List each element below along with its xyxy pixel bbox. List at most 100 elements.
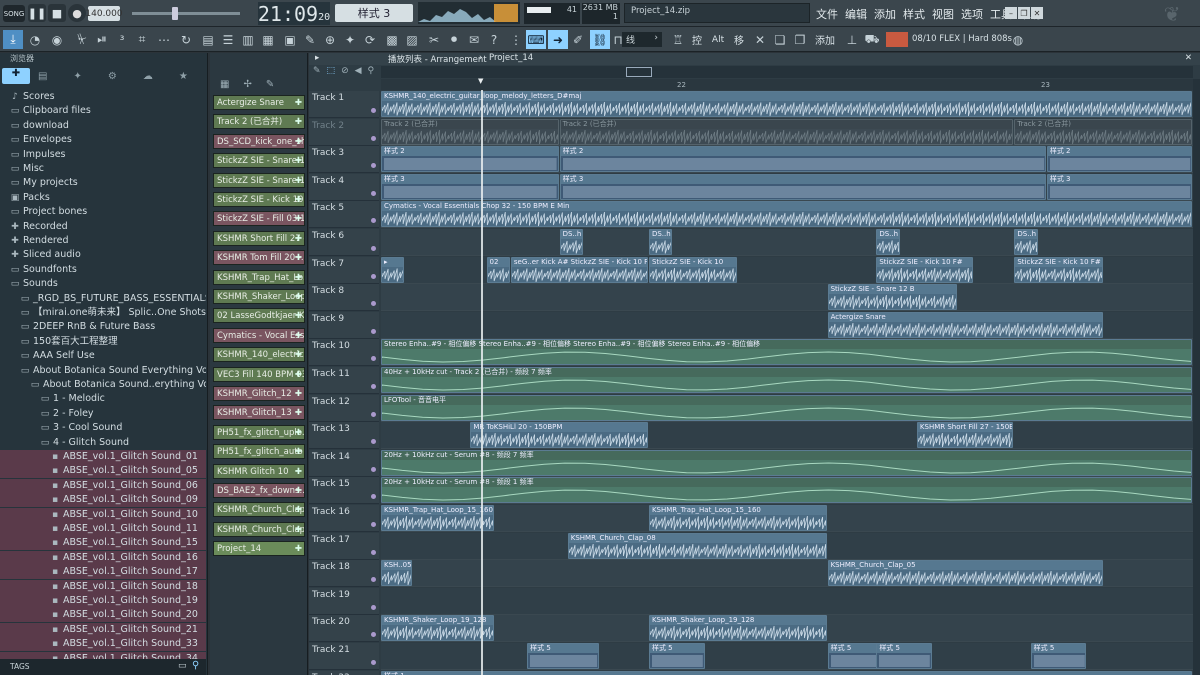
browser-item[interactable]: ▪ ABSE_vol.1_Glitch Sound_15 (0, 536, 206, 551)
restore-icon[interactable]: ❐ (1018, 7, 1030, 19)
channel-button[interactable]: PH51_fx_glitch_auto ✚ (213, 444, 305, 460)
metronome-icon[interactable]: ⏧ (72, 30, 92, 49)
browser-item[interactable]: ▪ ABSE_vol.1_Glitch Sound_16 (0, 550, 206, 565)
audio-clip[interactable]: StickzZ SIE - Snare 12 B (827, 284, 957, 311)
channel-button[interactable]: Cymatics - Vocal Ess.. ✚ (213, 327, 305, 343)
mixer-icon[interactable]: ☰ (218, 30, 238, 49)
track-header[interactable]: Track 20 (309, 615, 379, 643)
browser-item[interactable]: ▭ 1 - Melodic (0, 392, 206, 406)
audio-clip[interactable]: ▸ (381, 256, 405, 283)
browser-item[interactable]: ▪ ABSE_vol.1_Glitch Sound_18 (0, 579, 206, 594)
audio-clip[interactable]: DS..h (559, 229, 583, 255)
browser-item[interactable]: ▪ ABSE_vol.1_Glitch Sound_21 (0, 622, 206, 637)
bell-icon[interactable]: ♖ (668, 30, 688, 49)
microphone-icon[interactable]: ⏺ (444, 30, 464, 49)
pattern-selector[interactable]: 样式 3 (335, 4, 413, 22)
channel-plus-icon[interactable]: ✚ (295, 96, 302, 109)
channel-button[interactable]: KSHMR_Trap_Hat_Lo.. ✚ (213, 269, 305, 285)
blend-icon[interactable]: ⋯ (154, 30, 174, 49)
channel-plus-icon[interactable]: ✚ (295, 193, 302, 206)
channel-plus-icon[interactable]: ✚ (295, 309, 302, 322)
channel-plus-icon[interactable]: ✚ (295, 174, 302, 187)
browser-item[interactable]: ▭ 3 - Cool Sound (0, 421, 206, 435)
browser-item[interactable]: ▭【mirai.one萌未来】 Splic..One Shots by Vari… (0, 306, 206, 320)
record-audio-icon[interactable]: ⊕ (320, 30, 340, 49)
arrow-right-icon[interactable]: ➜ (548, 30, 568, 49)
tempo-display[interactable]: 140.000 (85, 6, 123, 21)
channel-button[interactable]: KSHMR_Church_Clap.. ✚ (213, 502, 305, 518)
browser-item[interactable]: ▭ Sounds (0, 277, 206, 291)
browser-item[interactable]: ▭ Soundfonts (0, 263, 206, 277)
audio-clip[interactable]: 02 (486, 256, 510, 283)
minimize-icon[interactable]: – (1005, 7, 1017, 19)
track-header[interactable]: Track 13 (309, 422, 379, 450)
track-led-icon[interactable] (371, 660, 376, 665)
browser-item[interactable]: ▪ ABSE_vol.1_Glitch Sound_33 (0, 637, 206, 652)
channel-plus-icon[interactable]: ✚ (295, 329, 302, 342)
link-icon[interactable]: ⛓ (590, 30, 610, 49)
song-mode-button[interactable]: SONG (3, 5, 25, 22)
browser-item[interactable]: ▭About Botanica Sound..erything Vol 1 (F… (0, 378, 206, 392)
track-led-icon[interactable] (371, 301, 376, 307)
delete-icon[interactable]: ✕ (750, 30, 770, 49)
browser-item[interactable]: ▪ ABSE_vol.1_Glitch Sound_17 (0, 565, 206, 580)
pattern-clip[interactable]: 样式 5 (1030, 643, 1087, 669)
audio-clip[interactable]: KSHMR_Church_Clap_05 (827, 560, 1103, 587)
browser-item[interactable]: ▭ AAA Self Use (0, 349, 206, 363)
download-icon[interactable]: ⤓ (3, 30, 23, 49)
mode-move-button[interactable]: 移 (730, 31, 748, 48)
render-icon[interactable]: ▨ (402, 30, 422, 49)
channel-button[interactable]: Track 2 (已合并) ✚ (213, 114, 305, 130)
track-led-icon[interactable] (371, 439, 376, 445)
channel-rack-icon[interactable]: ▥ (238, 30, 258, 49)
channel-plus-icon[interactable]: ✚ (295, 135, 302, 148)
channel-button[interactable]: StickzZ SIE - Kick 10.. ✚ (213, 192, 305, 207)
track-led-icon[interactable] (371, 273, 376, 279)
track-led-icon[interactable] (371, 411, 376, 417)
channel-button[interactable]: StickzZ SIE - Snare 1.. ✚ (213, 172, 305, 188)
cut-icon[interactable]: ✂ (424, 30, 444, 49)
track-led-icon[interactable] (371, 218, 376, 224)
channel-plus-icon[interactable]: ✚ (295, 348, 302, 361)
pencil-icon[interactable]: ✎ (266, 79, 274, 90)
audio-clip[interactable]: StickzZ SIE - Kick 10 F# (1014, 256, 1103, 283)
menu-options[interactable]: 选项 (961, 6, 983, 22)
pattern-clip[interactable]: 样式 5 (648, 643, 705, 669)
record-icon[interactable]: ● (68, 4, 86, 22)
audio-clip[interactable]: KSHMR_Trap_Hat_Loop_15_160 (648, 505, 827, 531)
folder-icon[interactable]: ▭ (178, 661, 187, 671)
browser-item[interactable]: ▪ ABSE_vol.1_Glitch Sound_10 (0, 507, 206, 522)
loop-icon[interactable]: ↻ (176, 30, 196, 49)
wait-icon[interactable]: ⏯ (92, 30, 112, 49)
audio-clip[interactable]: Track 2 (已合并) (1014, 118, 1192, 145)
track-led-icon[interactable] (371, 577, 376, 583)
audio-clip[interactable]: KSHMR_Church_Clap_08 (567, 532, 827, 559)
track-led-icon[interactable] (371, 108, 376, 113)
browser-item[interactable]: ▭ 2 - Foley (0, 407, 206, 421)
browser-item[interactable]: ▭ Envelopes (0, 133, 206, 147)
track-header[interactable]: Track 11 (309, 367, 379, 394)
pattern-clip[interactable]: 样式 5 (876, 643, 933, 669)
track-header[interactable]: Track 16 (309, 505, 379, 532)
track-header[interactable]: Track 22 (309, 670, 379, 675)
track-led-icon[interactable] (371, 522, 376, 527)
overview-strip[interactable] (381, 66, 1193, 78)
channel-plus-icon[interactable]: ✚ (295, 542, 302, 555)
channel-plus-icon[interactable]: ✚ (295, 154, 302, 167)
audio-clip[interactable]: DS..h (648, 229, 673, 255)
automation-clip[interactable]: Stereo Enha..#9 - 相位偏移 Stereo Enha..#9 -… (381, 339, 1192, 366)
browser-item[interactable]: ✚ Recorded (0, 220, 206, 234)
mode-control-button[interactable]: 控 (688, 31, 706, 48)
plugin-icon[interactable]: ✎ (300, 30, 320, 49)
menu-view[interactable]: 视图 (932, 6, 954, 22)
track-header[interactable]: Track 1 (309, 91, 379, 118)
channel-button[interactable]: 02 LasseGodtkjaer Ki.. ✚ (213, 308, 305, 324)
channel-plus-icon[interactable]: ✚ (295, 387, 302, 400)
piano-roll-icon[interactable]: ▤ (198, 30, 218, 49)
search-icon[interactable]: ⚲ (192, 660, 199, 671)
track-led-icon[interactable] (371, 384, 376, 389)
master-volume-slider[interactable] (132, 12, 240, 15)
track-lane[interactable] (381, 284, 1193, 312)
channel-plus-icon[interactable]: ✚ (295, 251, 302, 264)
browser-gear-tab-icon[interactable]: ⚙ (108, 71, 117, 82)
